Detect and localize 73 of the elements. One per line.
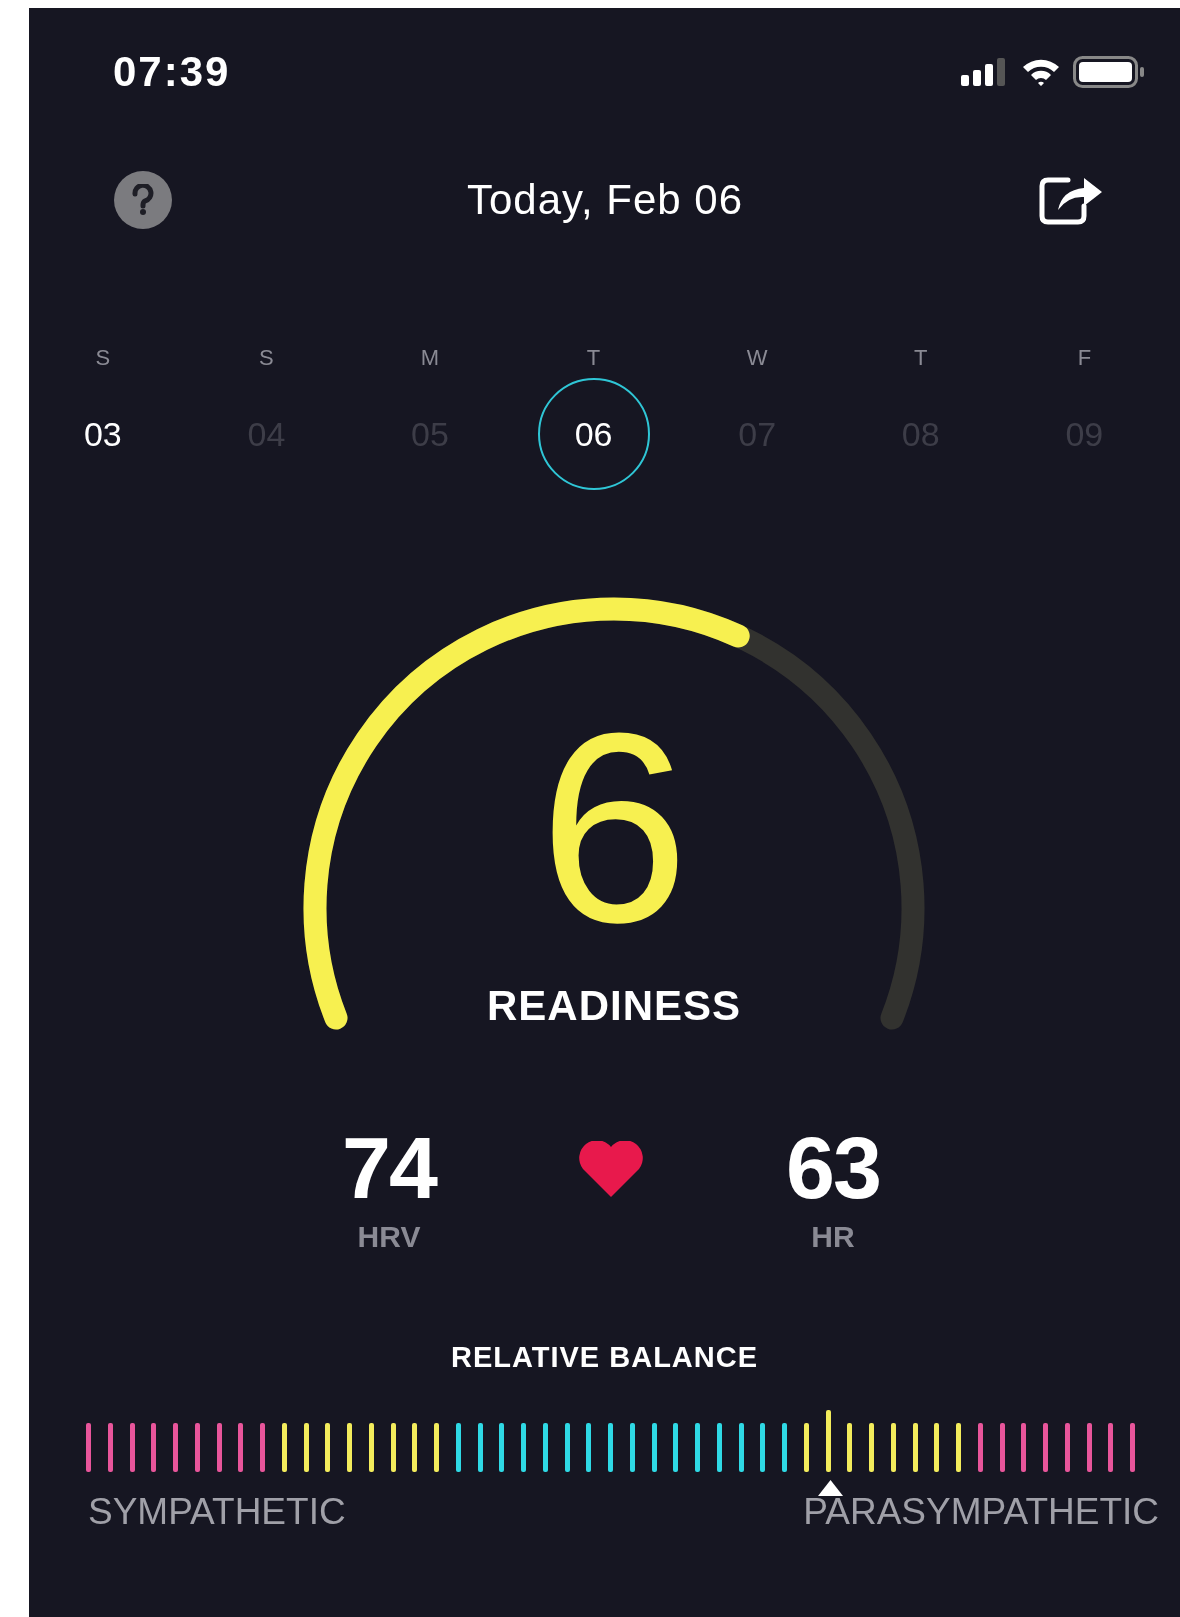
sympathetic-label: SYMPATHETIC <box>88 1492 346 1532</box>
scale-tick <box>1043 1423 1048 1472</box>
scale-tick <box>390 1423 396 1472</box>
scale-tick <box>1130 1423 1135 1472</box>
status-time: 07:39 <box>113 48 231 96</box>
scale-tick <box>216 1423 222 1472</box>
scale-tick <box>738 1423 744 1472</box>
scale-tick <box>956 1423 961 1472</box>
wifi-icon <box>1021 57 1061 87</box>
scale-tick <box>629 1423 635 1472</box>
scale-tick <box>260 1423 265 1472</box>
scale-tick <box>434 1423 439 1472</box>
scale-tick <box>847 1423 853 1472</box>
scale-tick <box>890 1423 896 1472</box>
scale-tick <box>173 1423 178 1472</box>
scale-tick <box>542 1423 548 1472</box>
heart-icon <box>577 1141 645 1197</box>
pointer-icon <box>818 1480 843 1496</box>
scale-tick <box>1108 1423 1114 1472</box>
scale-tick <box>760 1423 766 1472</box>
scale-tick <box>303 1423 309 1472</box>
scale-tick <box>608 1423 613 1472</box>
scale-tick <box>455 1423 461 1472</box>
scale-tick <box>477 1423 483 1472</box>
scale-tick <box>716 1423 722 1472</box>
scale-tick <box>281 1423 287 1472</box>
scale-tick <box>825 1410 831 1472</box>
scale-tick <box>238 1423 244 1472</box>
battery-icon <box>1073 56 1145 88</box>
scale-tick <box>803 1423 809 1472</box>
weekday-label: T <box>914 344 928 372</box>
readiness-score: 6 <box>538 693 690 963</box>
scale-tick <box>673 1423 679 1472</box>
scale-tick <box>869 1423 874 1472</box>
day-item[interactable]: 03 <box>46 378 159 490</box>
vital-value: 63 <box>786 1128 880 1208</box>
weekday-label: S <box>95 344 111 372</box>
scale-tick <box>782 1423 787 1472</box>
day-item[interactable]: 06 <box>537 378 650 490</box>
vital-label: HRV <box>357 1223 421 1251</box>
scale-tick <box>151 1423 157 1472</box>
vital-value: 74 <box>342 1128 436 1208</box>
weekday-label: M <box>420 344 440 372</box>
scale-tick <box>1086 1423 1092 1472</box>
scale-tick <box>695 1423 700 1472</box>
scale-tick <box>651 1423 657 1472</box>
scale-tick <box>564 1423 570 1472</box>
balance-title: RELATIVE BALANCE <box>450 1341 759 1373</box>
scale-tick <box>1021 1423 1027 1472</box>
scale-tick <box>499 1423 505 1472</box>
parasympathetic-label: PARASYMPATHETIC <box>803 1492 1159 1532</box>
vital-label: HR <box>811 1223 855 1251</box>
scale-tick <box>999 1423 1005 1472</box>
scale-tick <box>325 1423 331 1472</box>
weekday-label: W <box>746 344 768 372</box>
readiness-label: READINESS <box>486 984 742 1028</box>
scale-tick <box>934 1423 940 1472</box>
scale-tick <box>194 1423 200 1472</box>
weekday-label: S <box>259 344 274 372</box>
scale-tick <box>412 1423 418 1472</box>
weekday-label: F <box>1077 344 1092 372</box>
scale-tick <box>521 1423 526 1472</box>
scale-tick <box>912 1423 918 1472</box>
scale-tick <box>586 1423 592 1472</box>
scale-tick <box>107 1423 113 1472</box>
date-title: Today, Feb 06 <box>466 176 744 224</box>
weekday-label: T <box>586 344 601 372</box>
scale-tick <box>347 1423 352 1472</box>
scale-tick <box>86 1423 91 1472</box>
scale-tick <box>368 1423 374 1472</box>
scale-tick <box>129 1423 135 1472</box>
scale-tick <box>977 1423 983 1472</box>
scale-tick <box>1064 1423 1070 1472</box>
